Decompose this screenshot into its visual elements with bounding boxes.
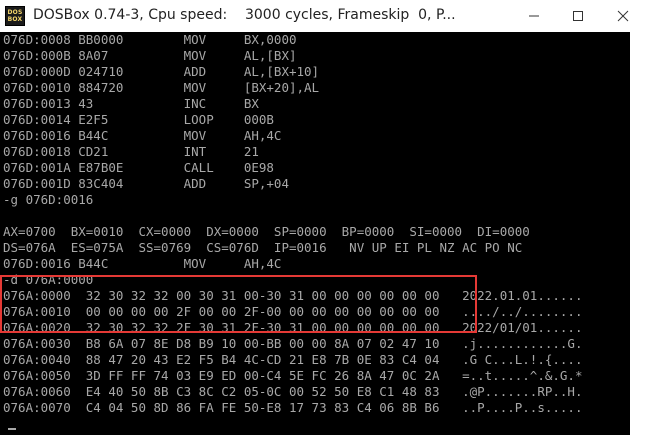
close-button[interactable] xyxy=(600,0,646,32)
memory-dump-line: 076A:0030 B8 6A 07 8E D8 B9 10 00-BB 00 … xyxy=(3,336,583,351)
console-line: 076D:0016 B44C MOV AH,4C xyxy=(3,128,282,143)
console-line: 076D:001D 83C404 ADD SP,+04 xyxy=(3,176,289,191)
console-line: 076D:0010 884720 MOV [BX+20],AL xyxy=(3,80,320,95)
console-line: 076D:0013 43 INC BX xyxy=(3,96,259,111)
app-icon-text-bottom: BOX xyxy=(7,16,23,23)
console-line: 076D:0018 CD21 INT 21 xyxy=(3,144,259,159)
console-line: 076D:000D 024710 ADD AL,[BX+10] xyxy=(3,64,320,79)
memory-dump-line: 076A:0020 32 30 32 32 2F 30 31 2F-30 31 … xyxy=(3,320,583,335)
window-border xyxy=(630,32,646,435)
dos-console-screen[interactable]: 076D:0008 BB0000 MOV BX,0000 076D:000B 8… xyxy=(0,32,630,435)
maximize-button[interactable] xyxy=(555,0,601,32)
register-line: DS=076A ES=075A SS=0769 CS=076D IP=0016 … xyxy=(3,240,523,255)
memory-dump-line: 076A:0050 3D FF FF 74 03 E9 ED 00-C4 5E … xyxy=(3,368,583,383)
register-line: AX=0700 BX=0010 CX=0000 DX=0000 SP=0000 … xyxy=(3,224,530,239)
memory-dump-line: 076A:0060 E4 40 50 8B C3 8C C2 05-0C 00 … xyxy=(3,384,583,399)
console-command-line: -g 076D:0016 xyxy=(3,192,94,207)
memory-dump-line: 076A:0000 32 30 32 32 00 30 31 00-30 31 … xyxy=(3,288,583,303)
title-bar[interactable]: DOS BOX DOSBox 0.74-3, Cpu speed: 3000 c… xyxy=(0,0,646,32)
memory-dump-line: 076A:0040 88 47 20 43 E2 F5 B4 4C-CD 21 … xyxy=(3,352,583,367)
minimize-icon xyxy=(529,15,539,17)
window-title: DOSBox 0.74-3, Cpu speed: 3000 cycles, F… xyxy=(33,7,456,23)
console-line: 076D:0014 E2F5 LOOP 000B xyxy=(3,112,274,127)
console-line: 076D:001A E87B0E CALL 0E98 xyxy=(3,160,274,175)
console-line: 076D:0008 BB0000 MOV BX,0000 xyxy=(3,32,297,47)
app-icon-text-top: DOS xyxy=(7,9,23,16)
memory-dump-line: 076A:0010 00 00 00 00 2F 00 00 2F-00 00 … xyxy=(3,304,583,319)
maximize-icon xyxy=(573,11,583,21)
console-line: 076D:000B 8A07 MOV AL,[BX] xyxy=(3,48,297,63)
console-line: 076D:0016 B44C MOV AH,4C xyxy=(3,256,282,271)
dosbox-app-icon[interactable]: DOS BOX xyxy=(5,6,25,26)
memory-dump-line: 076A:0070 C4 04 50 8D 86 FA FE 50-E8 17 … xyxy=(3,400,583,415)
minimize-button[interactable] xyxy=(511,0,557,32)
console-command-line: -d 076A:0000 xyxy=(3,272,94,287)
close-icon xyxy=(617,10,629,22)
text-cursor xyxy=(8,428,16,430)
